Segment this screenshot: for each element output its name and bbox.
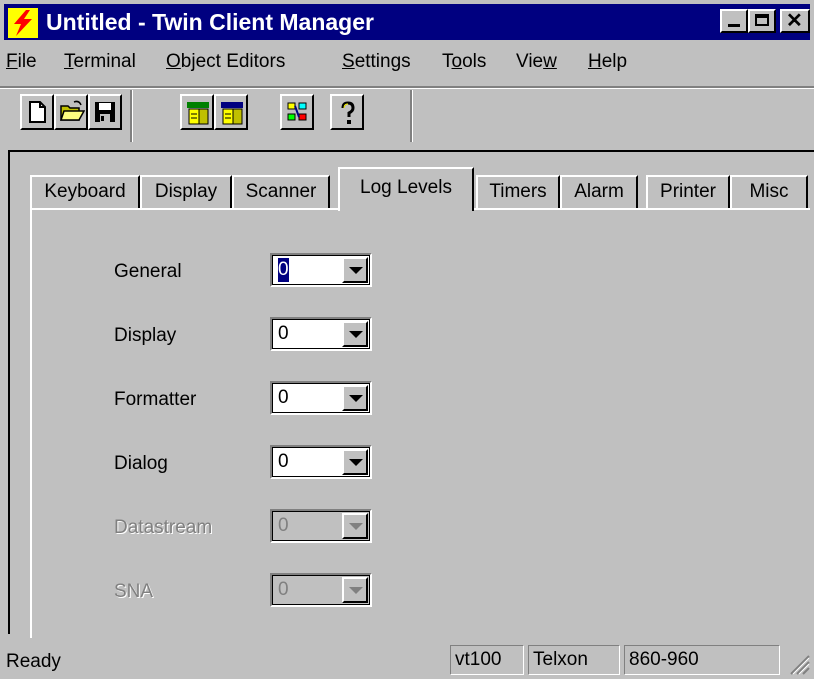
sna-level-select: 0 (270, 573, 372, 607)
menu-bar: File Terminal Object Editors Settings To… (4, 46, 810, 78)
save-icon (95, 102, 115, 122)
formatter-level-select[interactable]: 0 (270, 381, 372, 415)
tab-scanner[interactable]: Scanner (232, 175, 330, 209)
menu-object-editors[interactable]: Object Editors (166, 50, 285, 74)
tab-printer[interactable]: Printer (646, 175, 730, 209)
dialog-level-value: 0 (278, 451, 289, 472)
status-frequency: 860-960 (624, 645, 780, 675)
tab-misc[interactable]: Misc (730, 175, 808, 209)
menu-settings[interactable]: Settings (342, 50, 411, 74)
chevron-down-icon[interactable] (342, 257, 368, 283)
dialog-level-select[interactable]: 0 (270, 445, 372, 479)
open-folder-icon (59, 100, 85, 121)
resize-grip-icon[interactable] (788, 653, 810, 675)
status-bar: Ready vt100 Telxon 860-960 (0, 643, 814, 679)
chevron-down-icon[interactable] (342, 449, 368, 475)
display-label: Display (114, 325, 177, 346)
window-title: Untitled - Twin Client Manager (46, 9, 374, 35)
terminal-setup-icon (221, 102, 243, 125)
object-editor-button[interactable] (280, 94, 314, 130)
tab-timers[interactable]: Timers (476, 175, 560, 209)
tab-alarm[interactable]: Alarm (560, 175, 638, 209)
chevron-down-icon[interactable] (342, 385, 368, 411)
display-level-value: 0 (278, 323, 289, 344)
object-editor-icon (287, 102, 307, 121)
general-level-value: 0 (278, 258, 289, 282)
terminal-view-icon (187, 102, 209, 125)
status-device: Telxon (528, 645, 620, 675)
tab-display[interactable]: Display (140, 175, 232, 209)
chevron-down-icon (342, 577, 368, 603)
menu-terminal[interactable]: Terminal (64, 50, 136, 74)
new-file-icon (29, 101, 46, 123)
dialog-label: Dialog (114, 453, 168, 474)
menu-file[interactable]: File (6, 50, 37, 74)
tab-keyboard[interactable]: Keyboard (30, 175, 140, 209)
formatter-level-value: 0 (278, 387, 289, 408)
toolbar-divider (130, 90, 133, 142)
tab-log-levels[interactable]: Log Levels (338, 167, 474, 211)
toolbar-separator (0, 86, 814, 89)
terminal-view-button[interactable] (180, 94, 214, 130)
lightning-bolt-icon (8, 8, 38, 38)
sna-label: SNA (114, 581, 154, 602)
maximize-button[interactable] (748, 9, 776, 33)
general-label: General (114, 261, 182, 282)
chevron-down-icon[interactable] (342, 321, 368, 347)
toolbar (0, 90, 814, 142)
status-text: Ready (6, 651, 61, 672)
menu-tools[interactable]: Tools (442, 50, 486, 74)
title-bar[interactable]: Untitled - Twin Client Manager (4, 4, 810, 40)
new-button[interactable] (20, 94, 54, 130)
status-emulation: vt100 (450, 645, 524, 675)
minimize-button[interactable] (720, 9, 748, 33)
toolbar-divider-end (410, 90, 413, 142)
general-level-select[interactable]: 0 (270, 253, 372, 287)
help-button[interactable] (330, 94, 364, 130)
datastream-level-value: 0 (278, 515, 289, 536)
display-level-select[interactable]: 0 (270, 317, 372, 351)
chevron-down-icon (342, 513, 368, 539)
menu-view[interactable]: View (516, 50, 557, 74)
help-icon (341, 101, 355, 124)
open-button[interactable] (54, 94, 88, 130)
formatter-label: Formatter (114, 389, 197, 410)
app-window: Untitled - Twin Client Manager File Term… (0, 0, 814, 679)
menu-help[interactable]: Help (588, 50, 627, 74)
terminal-setup-button[interactable] (214, 94, 248, 130)
close-button[interactable] (780, 9, 810, 33)
save-button[interactable] (88, 94, 122, 130)
sna-level-value: 0 (278, 579, 289, 600)
datastream-label: Datastream (114, 517, 213, 538)
datastream-level-select: 0 (270, 509, 372, 543)
